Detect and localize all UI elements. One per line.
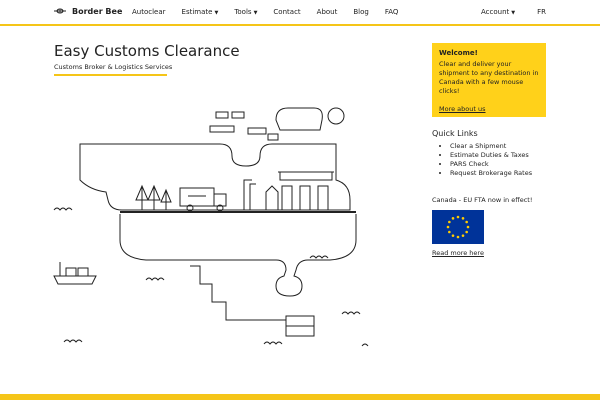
- nav-tools[interactable]: Tools ▼: [234, 8, 257, 16]
- page-title: Easy Customs Clearance: [54, 42, 240, 60]
- logo[interactable]: Border Bee: [54, 6, 122, 16]
- sun-icon: [327, 107, 345, 125]
- wave-icon: [263, 341, 283, 345]
- eu-star: [448, 230, 451, 234]
- nav-label: Blog: [353, 8, 369, 16]
- house-icon: [265, 185, 279, 210]
- caret-down-icon: ▼: [214, 10, 219, 16]
- cloud-block: [209, 125, 235, 133]
- cloud-block: [267, 133, 279, 141]
- main-nav: Autoclear Estimate ▼ Tools ▼ Contact About…: [132, 0, 414, 24]
- eu-star: [466, 225, 470, 229]
- logo-text: Border Bee: [72, 6, 123, 16]
- customs-illustration: [53, 107, 369, 347]
- ship-container: [65, 267, 77, 277]
- eu-star: [465, 230, 468, 234]
- cloud-block: [247, 127, 267, 135]
- nav-label: Tools: [234, 8, 252, 16]
- nav-faq[interactable]: FAQ: [385, 8, 399, 16]
- eu-star: [456, 215, 460, 219]
- ship-icon: [53, 275, 97, 285]
- customs-canopy: [279, 171, 333, 181]
- cloud-block: [215, 111, 229, 119]
- welcome-box: Welcome! Clear and deliver your shipment…: [432, 43, 546, 117]
- nav-about[interactable]: About: [317, 8, 338, 16]
- wave-icon: [63, 339, 83, 343]
- booth: [281, 185, 293, 211]
- quick-link-brokerage-rates[interactable]: Request Brokerage Rates: [450, 169, 532, 178]
- truck-cab: [213, 193, 227, 207]
- nav-right: Account ▼ FR: [459, 0, 546, 24]
- welcome-title: Welcome!: [439, 49, 478, 57]
- wave-icon: [309, 255, 329, 259]
- tree-icon: [160, 188, 172, 210]
- tree-icon: [135, 184, 149, 210]
- nav-contact[interactable]: Contact: [273, 8, 300, 16]
- underground-shape: [119, 214, 357, 297]
- nav-autoclear[interactable]: Autoclear: [132, 8, 166, 16]
- wave-icon: [361, 343, 369, 347]
- nav-estimate[interactable]: Estimate ▼: [182, 8, 219, 16]
- wave-icon: [145, 277, 165, 281]
- nav-blog[interactable]: Blog: [353, 8, 368, 16]
- nav-label: About: [316, 8, 338, 16]
- caret-down-icon: ▼: [253, 10, 258, 16]
- news-title: Canada - EU FTA now in effect!: [432, 196, 533, 204]
- wave-icon: [341, 311, 361, 315]
- eu-star: [446, 225, 450, 229]
- eu-star: [465, 220, 468, 224]
- booth: [317, 185, 329, 211]
- subtitle-underline: [54, 74, 167, 76]
- nav-label: Autoclear: [132, 8, 166, 16]
- quick-link-pars-check[interactable]: PARS Check: [450, 160, 532, 169]
- cloud-shape: [275, 107, 323, 131]
- streetlight-icon: [249, 183, 256, 210]
- nav-label: Estimate: [181, 8, 213, 16]
- nav-label: Contact: [273, 8, 301, 16]
- more-about-us-link[interactable]: More about us: [439, 105, 486, 113]
- page-subtitle: Customs Broker & Logistics Services: [54, 63, 173, 71]
- ship-container: [77, 267, 89, 277]
- truck-trailer: [179, 187, 215, 207]
- caret-down-icon: ▼: [511, 10, 516, 16]
- eu-star: [456, 235, 460, 239]
- stair-block: [285, 315, 315, 327]
- wave-icon: [53, 207, 73, 211]
- top-navbar: Border Bee Autoclear Estimate ▼ Tools ▼ Co…: [0, 0, 600, 26]
- cloud-block: [231, 111, 245, 119]
- read-more-link[interactable]: Read more here: [432, 249, 484, 257]
- eu-star: [461, 234, 465, 237]
- eu-star: [451, 217, 455, 220]
- eu-star: [451, 234, 455, 237]
- quick-links-list: Clear a Shipment Estimate Duties & Taxes…: [442, 142, 532, 178]
- quick-link-estimate-duties[interactable]: Estimate Duties & Taxes: [450, 151, 532, 160]
- account-menu[interactable]: Account ▼: [481, 8, 515, 16]
- account-label: Account: [480, 8, 510, 16]
- tree-icon: [147, 184, 161, 210]
- welcome-text: Clear and deliver your shipment to any d…: [439, 60, 539, 95]
- eu-star: [448, 220, 451, 224]
- eu-flag-icon[interactable]: [432, 210, 484, 244]
- eu-star: [461, 217, 465, 220]
- quick-links-title: Quick Links: [432, 129, 478, 138]
- footer-bar: [0, 394, 600, 400]
- booth: [299, 185, 311, 211]
- nav-label: FAQ: [384, 8, 399, 16]
- bee-logo-icon: [54, 8, 66, 14]
- quick-link-clear-shipment[interactable]: Clear a Shipment: [450, 142, 532, 151]
- language-toggle[interactable]: FR: [537, 8, 546, 16]
